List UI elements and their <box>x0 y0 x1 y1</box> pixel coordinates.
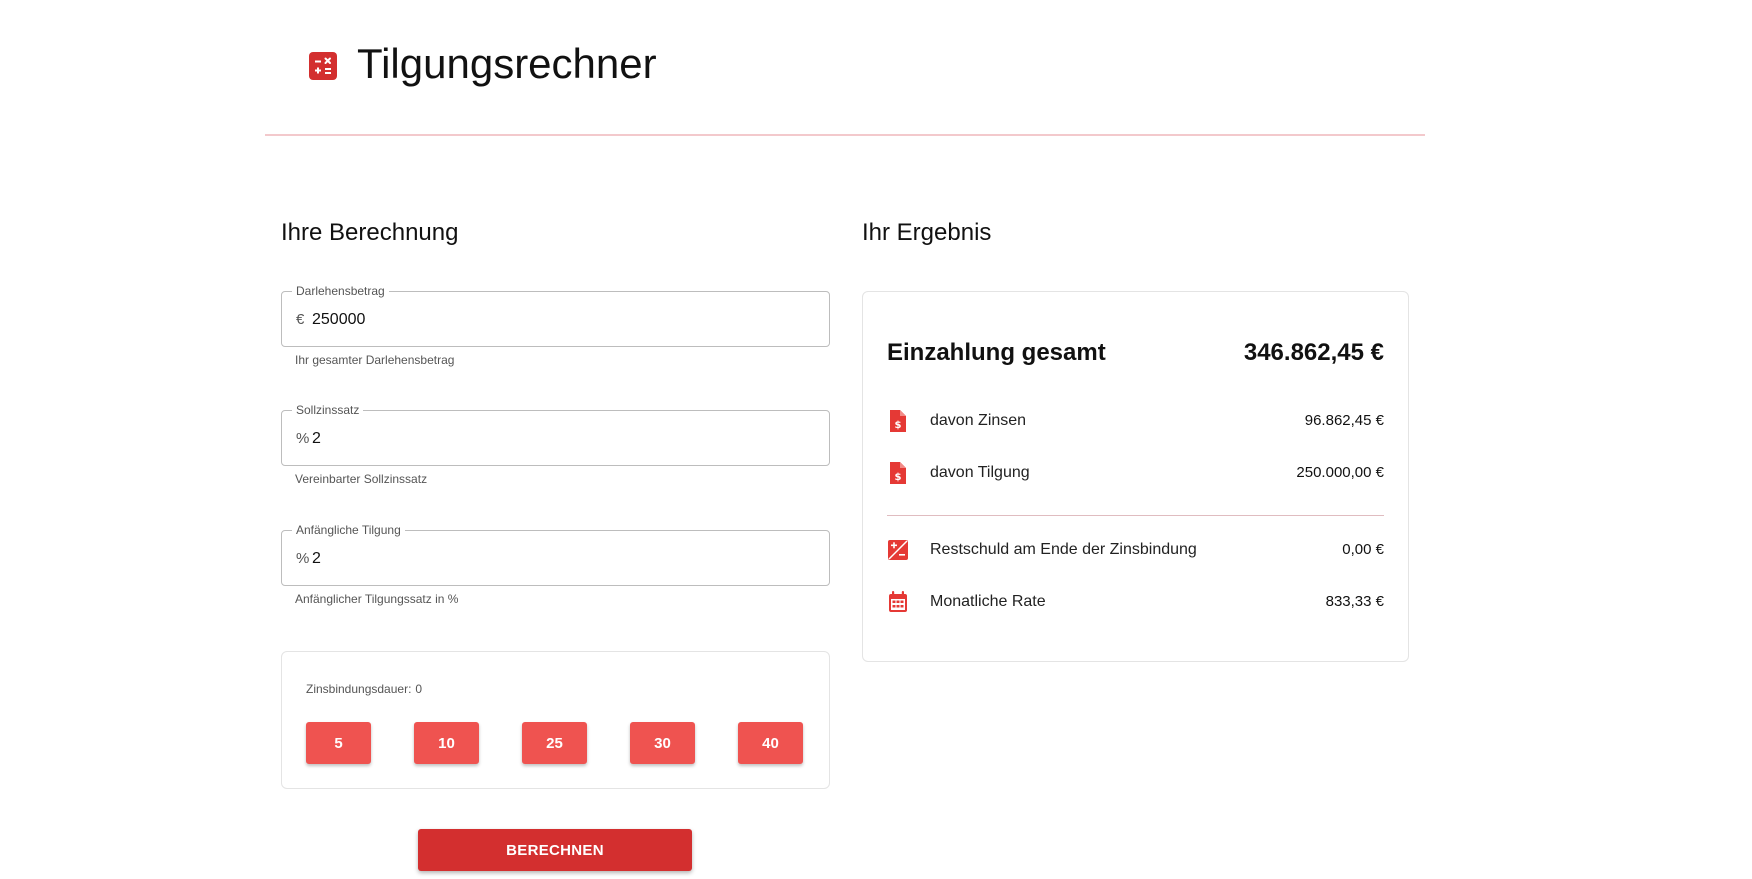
euro-prefix: € <box>296 311 305 328</box>
loan-amount-input[interactable] <box>312 306 812 334</box>
repayment-label: davon Tilgung <box>930 464 1030 481</box>
interest-rate-helper: Vereinbarter Sollzinssatz <box>295 472 428 486</box>
loan-amount-field[interactable]: Darlehensbetrag € <box>281 284 830 347</box>
calculator-icon <box>309 52 337 80</box>
period-10-button[interactable]: 10 <box>414 722 479 764</box>
fixed-period-value: 0 <box>415 682 423 696</box>
total-label: Einzahlung gesamt <box>887 339 1106 366</box>
fixed-period-label-text: Zinsbindungsdauer: <box>306 682 412 696</box>
percent-prefix: % <box>296 550 310 567</box>
svg-text:$: $ <box>895 420 902 431</box>
fixed-period-label: Zinsbindungsdauer: 0 <box>306 682 422 696</box>
result-row-repayment: $ davon Tilgung 250.000,00 € <box>887 461 1384 485</box>
result-heading: Ihr Ergebnis <box>862 219 992 246</box>
page-title: Tilgungsrechner <box>357 40 657 87</box>
monthly-rate-value: 833,33 € <box>1325 593 1384 610</box>
result-row-interest: $ davon Zinsen 96.862,45 € <box>887 409 1384 433</box>
period-40-button[interactable]: 40 <box>738 722 803 764</box>
interest-label: davon Zinsen <box>930 412 1027 429</box>
calculate-button[interactable]: BERECHNEN <box>418 829 692 871</box>
result-divider <box>887 515 1384 516</box>
residual-debt-value: 0,00 € <box>1342 541 1384 558</box>
monthly-rate-label: Monatliche Rate <box>930 593 1046 610</box>
initial-repayment-label: Anfängliche Tilgung <box>292 523 405 537</box>
form-heading: Ihre Berechnung <box>281 219 459 246</box>
result-row-monthly-rate: Monatliche Rate 833,33 € <box>887 590 1384 614</box>
page: Tilgungsrechner Ihre Berechnung Darlehen… <box>0 0 1752 879</box>
svg-text:$: $ <box>895 472 902 483</box>
header: Tilgungsrechner <box>265 0 1425 136</box>
interest-rate-field[interactable]: Sollzinssatz % <box>281 403 830 466</box>
percent-prefix: % <box>296 430 310 447</box>
result-card: Einzahlung gesamt 346.862,45 € $ davon Z… <box>862 291 1409 662</box>
interest-rate-input[interactable] <box>312 425 812 453</box>
residual-debt-label: Restschuld am Ende der Zinsbindung <box>930 541 1197 558</box>
loan-amount-label: Darlehensbetrag <box>292 284 389 298</box>
initial-repayment-input[interactable] <box>312 545 812 573</box>
invoice-dollar-icon: $ <box>887 409 909 433</box>
interest-rate-label: Sollzinssatz <box>292 403 364 417</box>
initial-repayment-helper: Anfänglicher Tilgungssatz in % <box>295 592 459 606</box>
interest-value: 96.862,45 € <box>1304 412 1384 429</box>
result-row-residual-debt: Restschuld am Ende der Zinsbindung 0,00 … <box>887 538 1384 562</box>
calendar-icon <box>887 590 909 614</box>
period-30-button[interactable]: 30 <box>630 722 695 764</box>
invoice-dollar-icon: $ <box>887 461 909 485</box>
repayment-value: 250.000,00 € <box>1296 464 1384 481</box>
loan-amount-helper: Ihr gesamter Darlehensbetrag <box>295 353 455 367</box>
initial-repayment-field[interactable]: Anfängliche Tilgung % <box>281 523 830 586</box>
period-25-button[interactable]: 25 <box>522 722 587 764</box>
total-value: 346.862,45 € <box>1243 339 1384 366</box>
period-5-button[interactable]: 5 <box>306 722 371 764</box>
plus-minus-box-icon <box>887 538 909 562</box>
fixed-period-card: Zinsbindungsdauer: 0 5 10 25 30 40 <box>281 651 830 789</box>
